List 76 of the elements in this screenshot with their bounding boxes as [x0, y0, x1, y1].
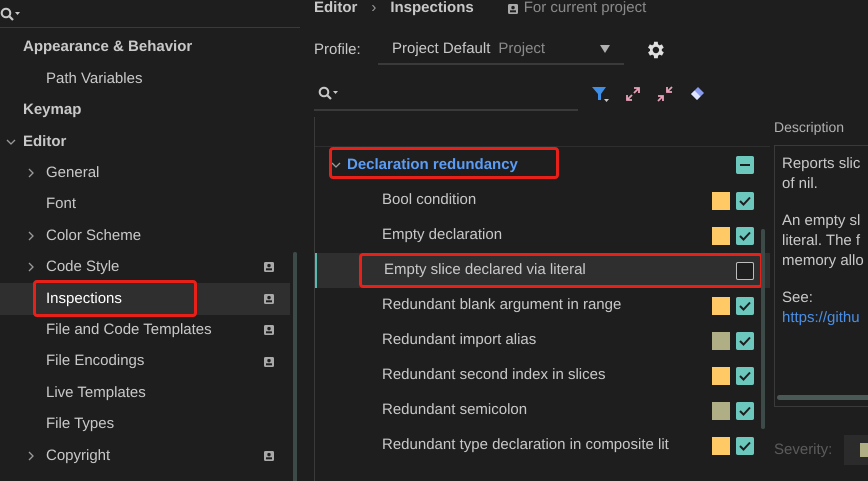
scope-label: For current project — [524, 0, 646, 18]
chevron-down-icon[interactable] — [331, 160, 341, 170]
category-label[interactable]: Declaration redundancy — [347, 154, 736, 176]
description-text: literal. The f — [782, 231, 862, 251]
breadcrumb-current: Inspections — [390, 0, 474, 18]
checkbox[interactable] — [736, 366, 754, 384]
project-icon — [264, 294, 274, 304]
sidebar-item[interactable]: Inspections — [0, 283, 290, 315]
chevron-down-icon[interactable] — [6, 136, 16, 147]
scrollbar[interactable] — [777, 395, 868, 400]
sidebar-item[interactable]: Code Style — [0, 252, 290, 284]
sidebar-item[interactable]: File Encodings — [0, 346, 290, 378]
inspection-row[interactable]: Redundant type declaration in composite lit — [315, 428, 770, 463]
sidebar-item[interactable]: Color Scheme — [0, 220, 290, 252]
sidebar-item[interactable]: Live Templates — [0, 377, 290, 409]
description-text: See: — [782, 288, 814, 308]
settings-group[interactable]: Appearance & Behavior — [23, 36, 192, 59]
checkbox[interactable] — [736, 332, 754, 350]
inspection-row[interactable]: Redundant import alias — [315, 323, 770, 358]
filter-icon[interactable] — [590, 84, 610, 104]
sidebar-item[interactable]: Path Variables — [0, 63, 290, 95]
project-icon — [264, 262, 274, 272]
description-title: Description — [774, 118, 846, 137]
project-icon — [264, 356, 274, 367]
inspection-row[interactable]: Bool condition — [315, 183, 770, 218]
checkmark-icon — [739, 230, 751, 240]
sidebar-item[interactable]: Copyright — [0, 440, 290, 472]
scrollbar[interactable] — [293, 252, 297, 481]
description-text: An empty sl — [782, 211, 862, 231]
chevron-right-icon[interactable] — [26, 262, 36, 272]
checkmark-icon — [739, 336, 751, 346]
description-text: memory allo — [782, 251, 865, 271]
severity-dropdown[interactable] — [844, 435, 868, 465]
inspection-row[interactable]: Redundant blank argument in range — [315, 288, 770, 323]
dropdown-caret-icon — [600, 45, 610, 53]
collapse-icon[interactable] — [656, 85, 674, 103]
project-icon — [264, 325, 274, 336]
checkbox[interactable] — [736, 226, 754, 244]
inspection-row[interactable]: Empty slice declared via literal — [315, 253, 770, 288]
checkmark-icon — [739, 370, 751, 380]
checkbox[interactable] — [736, 296, 754, 314]
search-icon[interactable] — [0, 6, 22, 20]
checkbox[interactable] — [736, 436, 754, 454]
chevron-right-icon[interactable] — [26, 450, 36, 461]
profile-dropdown[interactable]: Project Default Project — [378, 35, 624, 65]
inspection-row[interactable]: Empty declaration — [315, 218, 770, 253]
checkbox[interactable] — [736, 402, 754, 420]
sidebar-item[interactable]: General — [0, 158, 290, 189]
scrollbar[interactable] — [761, 229, 765, 429]
chevron-right-icon[interactable] — [26, 168, 36, 178]
checkbox[interactable] — [736, 262, 754, 280]
breadcrumb-separator: › — [371, 0, 376, 18]
description-text: of nil. — [782, 174, 819, 194]
project-icon — [264, 450, 274, 461]
search-icon[interactable] — [318, 86, 340, 100]
severity-label: Severity: — [774, 440, 832, 460]
checkbox[interactable] — [736, 192, 754, 210]
sidebar-item[interactable]: File and Code Templates — [0, 314, 290, 346]
checkmark-icon — [739, 440, 751, 450]
checkmark-icon — [739, 406, 751, 416]
sidebar-item[interactable]: Font — [0, 188, 290, 220]
expand-icon[interactable] — [624, 85, 642, 103]
profile-label: Profile: — [314, 40, 362, 60]
description-text: Reports slic — [782, 154, 862, 174]
inspection-row[interactable]: Redundant semicolon — [315, 393, 770, 428]
settings-group[interactable]: Editor — [23, 130, 66, 154]
checkmark-icon — [739, 196, 751, 206]
checkmark-icon — [739, 300, 751, 310]
inspection-row[interactable]: Redundant second index in slices — [315, 358, 770, 393]
checkbox[interactable] — [736, 156, 754, 174]
chevron-right-icon[interactable] — [26, 231, 36, 242]
description-link[interactable]: https://githu — [782, 308, 868, 328]
settings-group[interactable]: Keymap — [23, 99, 82, 122]
sidebar-item[interactable]: File Types — [0, 408, 290, 440]
project-icon — [508, 4, 518, 14]
breadcrumb-link[interactable]: Editor — [314, 0, 358, 20]
